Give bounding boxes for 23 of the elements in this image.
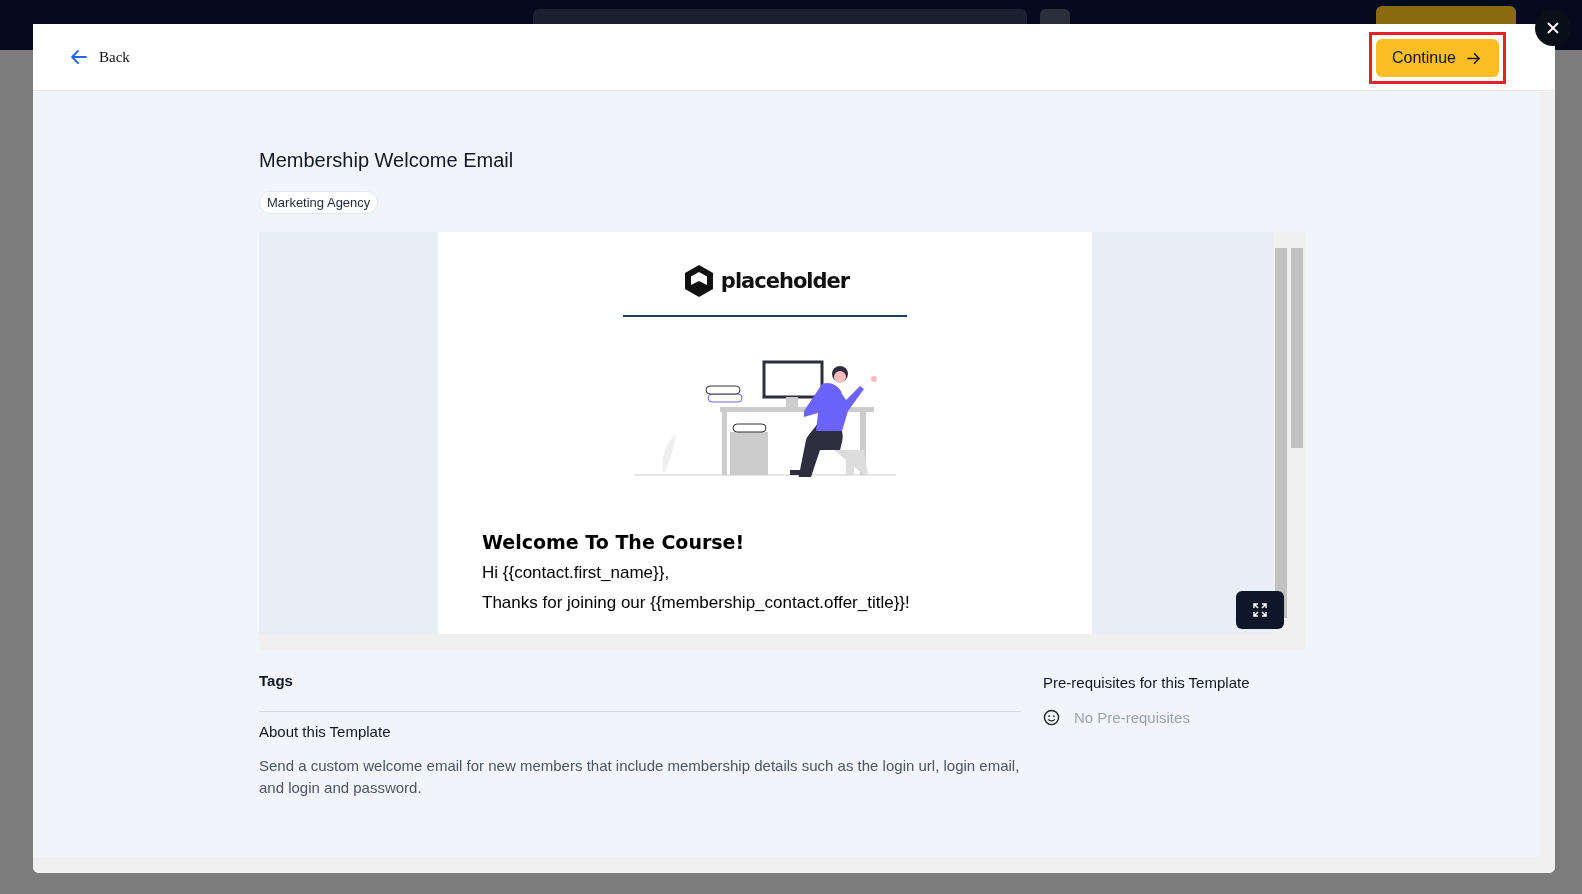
prerequisites-empty-text: No Pre-requisites: [1074, 709, 1190, 726]
prerequisites-heading: Pre-requisites for this Template: [1043, 674, 1251, 691]
logo-text: placeholder: [720, 269, 850, 293]
scrollbar[interactable]: [33, 857, 1555, 873]
email-text: Hi {{contact.first_name}},: [482, 563, 670, 583]
continue-button[interactable]: Continue: [1375, 39, 1499, 77]
scrollbar[interactable]: [1273, 232, 1289, 634]
about-description: Send a custom welcome email for new members that include membership details such as the login url, login email, and login and password.: [259, 756, 1021, 798]
smiley-icon: [1043, 709, 1060, 726]
email-heading: Welcome To The Course!: [482, 531, 745, 553]
about-heading: About this Template: [259, 723, 392, 740]
tags-heading: Tags: [259, 672, 294, 689]
fullscreen-button[interactable]: [1236, 591, 1284, 629]
arrow-right-icon: [1466, 50, 1481, 66]
template-title: Membership Welcome Email: [259, 149, 515, 172]
category-tag: Marketing Agency: [259, 191, 379, 214]
close-icon: [1545, 20, 1561, 36]
scrollbar[interactable]: [1539, 91, 1555, 857]
email-text: Thanks for joining our {{membership_contact.offer_title}}!: [482, 593, 910, 613]
scrollbar[interactable]: [1289, 232, 1305, 634]
expand-icon: [1252, 602, 1268, 618]
back-arrow-icon: [69, 47, 89, 67]
back-link[interactable]: Back: [69, 47, 130, 67]
